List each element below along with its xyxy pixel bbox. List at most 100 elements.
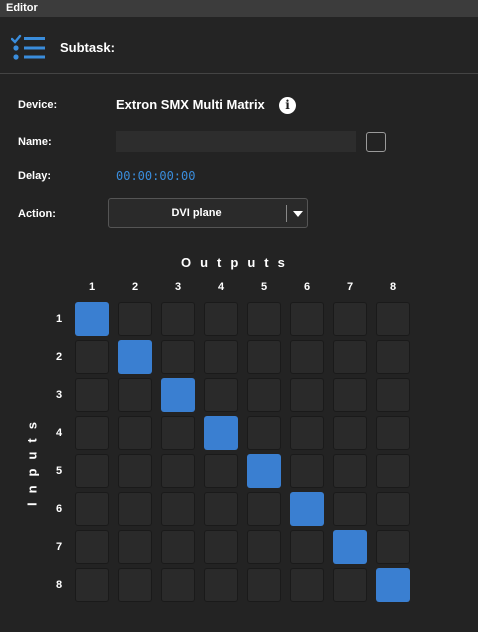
matrix-cell[interactable] — [161, 530, 195, 564]
input-row-label: 8 — [55, 579, 63, 591]
matrix-cell[interactable] — [376, 530, 410, 564]
matrix-cell[interactable] — [75, 416, 109, 450]
matrix-cell[interactable] — [118, 492, 152, 526]
input-row-label: 3 — [55, 389, 63, 401]
input-row-label: 2 — [55, 351, 63, 363]
input-row-label: 4 — [55, 427, 63, 439]
matrix-cell[interactable] — [118, 530, 152, 564]
output-column-label: 4 — [217, 281, 225, 293]
info-icon[interactable]: i — [279, 97, 296, 114]
matrix-cell[interactable] — [333, 340, 367, 374]
matrix-cell-active[interactable] — [376, 568, 410, 602]
matrix-cell[interactable] — [161, 340, 195, 374]
action-label: Action: — [18, 208, 56, 220]
matrix-cell[interactable] — [75, 378, 109, 412]
matrix-cell[interactable] — [376, 340, 410, 374]
matrix-cell[interactable] — [290, 340, 324, 374]
matrix-cell[interactable] — [333, 416, 367, 450]
matrix-cell[interactable] — [118, 454, 152, 488]
matrix-cell[interactable] — [290, 416, 324, 450]
window-titlebar: Editor — [0, 0, 478, 17]
matrix-cell[interactable] — [247, 568, 281, 602]
output-column-label: 8 — [389, 281, 397, 293]
name-checkbox[interactable] — [366, 132, 386, 152]
input-row-label: 5 — [55, 465, 63, 477]
chevron-down-icon[interactable] — [293, 211, 303, 217]
action-select[interactable]: DVI plane — [108, 198, 308, 228]
subtask-header: Subtask: — [0, 17, 478, 74]
matrix-cell[interactable] — [204, 530, 238, 564]
matrix-cell-active[interactable] — [333, 530, 367, 564]
matrix-cell[interactable] — [333, 492, 367, 526]
matrix-cell[interactable] — [247, 530, 281, 564]
input-row-label: 7 — [55, 541, 63, 553]
device-label: Device: — [18, 99, 58, 111]
matrix-cell[interactable] — [333, 454, 367, 488]
matrix-cell[interactable] — [204, 378, 238, 412]
inputs-title: Inputs — [24, 413, 40, 506]
matrix-cell[interactable] — [204, 568, 238, 602]
matrix-cell[interactable] — [376, 378, 410, 412]
matrix-cell[interactable] — [376, 492, 410, 526]
matrix-cell[interactable] — [75, 454, 109, 488]
matrix-cell[interactable] — [247, 492, 281, 526]
inputs-title-wrap: Inputs — [24, 410, 40, 510]
output-column-label: 1 — [88, 281, 96, 293]
name-input[interactable] — [116, 131, 356, 152]
matrix-cell[interactable] — [204, 492, 238, 526]
matrix-cell[interactable] — [247, 302, 281, 336]
matrix-cell[interactable] — [204, 302, 238, 336]
matrix-cell[interactable] — [333, 302, 367, 336]
matrix-cell[interactable] — [161, 492, 195, 526]
matrix-cell-active[interactable] — [161, 378, 195, 412]
matrix-cell[interactable] — [161, 568, 195, 602]
output-column-label: 6 — [303, 281, 311, 293]
matrix-cell[interactable] — [118, 378, 152, 412]
matrix-cell[interactable] — [75, 568, 109, 602]
matrix-cell[interactable] — [118, 416, 152, 450]
outputs-title: Outputs — [181, 255, 294, 270]
matrix-cell[interactable] — [290, 530, 324, 564]
output-column-label: 7 — [346, 281, 354, 293]
matrix-cell[interactable] — [161, 454, 195, 488]
name-label: Name: — [18, 136, 52, 148]
matrix-cell[interactable] — [376, 416, 410, 450]
matrix-cell[interactable] — [161, 416, 195, 450]
matrix-cell[interactable] — [204, 340, 238, 374]
matrix-cell[interactable] — [290, 454, 324, 488]
delay-label: Delay: — [18, 170, 52, 182]
output-column-label: 2 — [131, 281, 139, 293]
matrix-cell[interactable] — [290, 302, 324, 336]
output-column-label: 3 — [174, 281, 182, 293]
select-divider — [286, 205, 287, 222]
matrix-cell[interactable] — [290, 378, 324, 412]
output-column-label: 5 — [260, 281, 268, 293]
matrix-cell[interactable] — [333, 378, 367, 412]
matrix-cell[interactable] — [333, 568, 367, 602]
matrix-cell[interactable] — [204, 454, 238, 488]
matrix-cell-active[interactable] — [75, 302, 109, 336]
matrix-cell-active[interactable] — [247, 454, 281, 488]
matrix-cell[interactable] — [118, 568, 152, 602]
matrix-cell[interactable] — [376, 302, 410, 336]
matrix-cell[interactable] — [247, 340, 281, 374]
matrix-cell-active[interactable] — [118, 340, 152, 374]
matrix-cell[interactable] — [247, 378, 281, 412]
input-row-label: 6 — [55, 503, 63, 515]
device-value: Extron SMX Multi Matrix — [116, 97, 265, 112]
matrix-cell[interactable] — [247, 416, 281, 450]
matrix-cell[interactable] — [118, 302, 152, 336]
matrix-cell[interactable] — [290, 568, 324, 602]
matrix-cell[interactable] — [161, 302, 195, 336]
subtask-title: Subtask: — [60, 40, 115, 55]
delay-input[interactable]: 00:00:00:00 — [116, 169, 195, 183]
action-select-value: DVI plane — [171, 207, 222, 219]
matrix-cell[interactable] — [376, 454, 410, 488]
matrix-cell[interactable] — [75, 530, 109, 564]
matrix-cell-active[interactable] — [204, 416, 238, 450]
window-title: Editor — [6, 2, 38, 14]
matrix-cell[interactable] — [75, 492, 109, 526]
matrix-cell-active[interactable] — [290, 492, 324, 526]
task-list-icon — [11, 34, 45, 60]
matrix-cell[interactable] — [75, 340, 109, 374]
